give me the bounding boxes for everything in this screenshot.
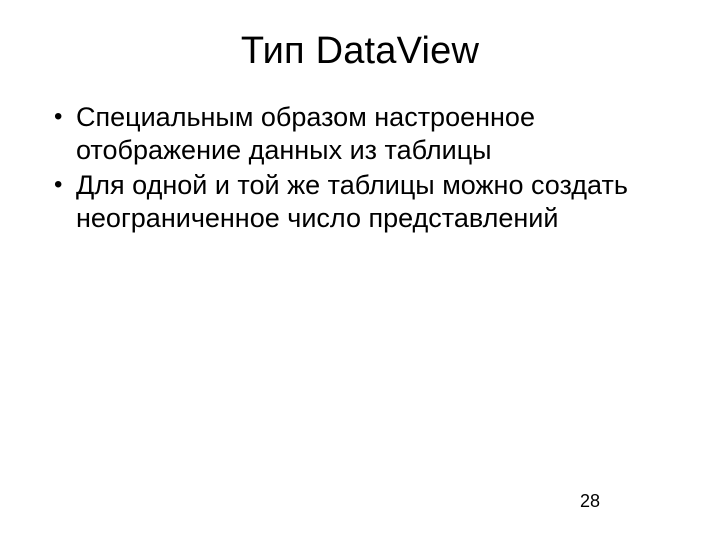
slide-title: Тип DataView bbox=[48, 30, 672, 73]
list-item: Для одной и той же таблицы можно создать… bbox=[48, 169, 672, 235]
bullet-list: Специальным образом настроенное отображе… bbox=[48, 101, 672, 235]
slide-container: Тип DataView Специальным образом настрое… bbox=[0, 0, 720, 540]
list-item: Специальным образом настроенное отображе… bbox=[48, 101, 672, 167]
page-number: 28 bbox=[580, 491, 600, 512]
